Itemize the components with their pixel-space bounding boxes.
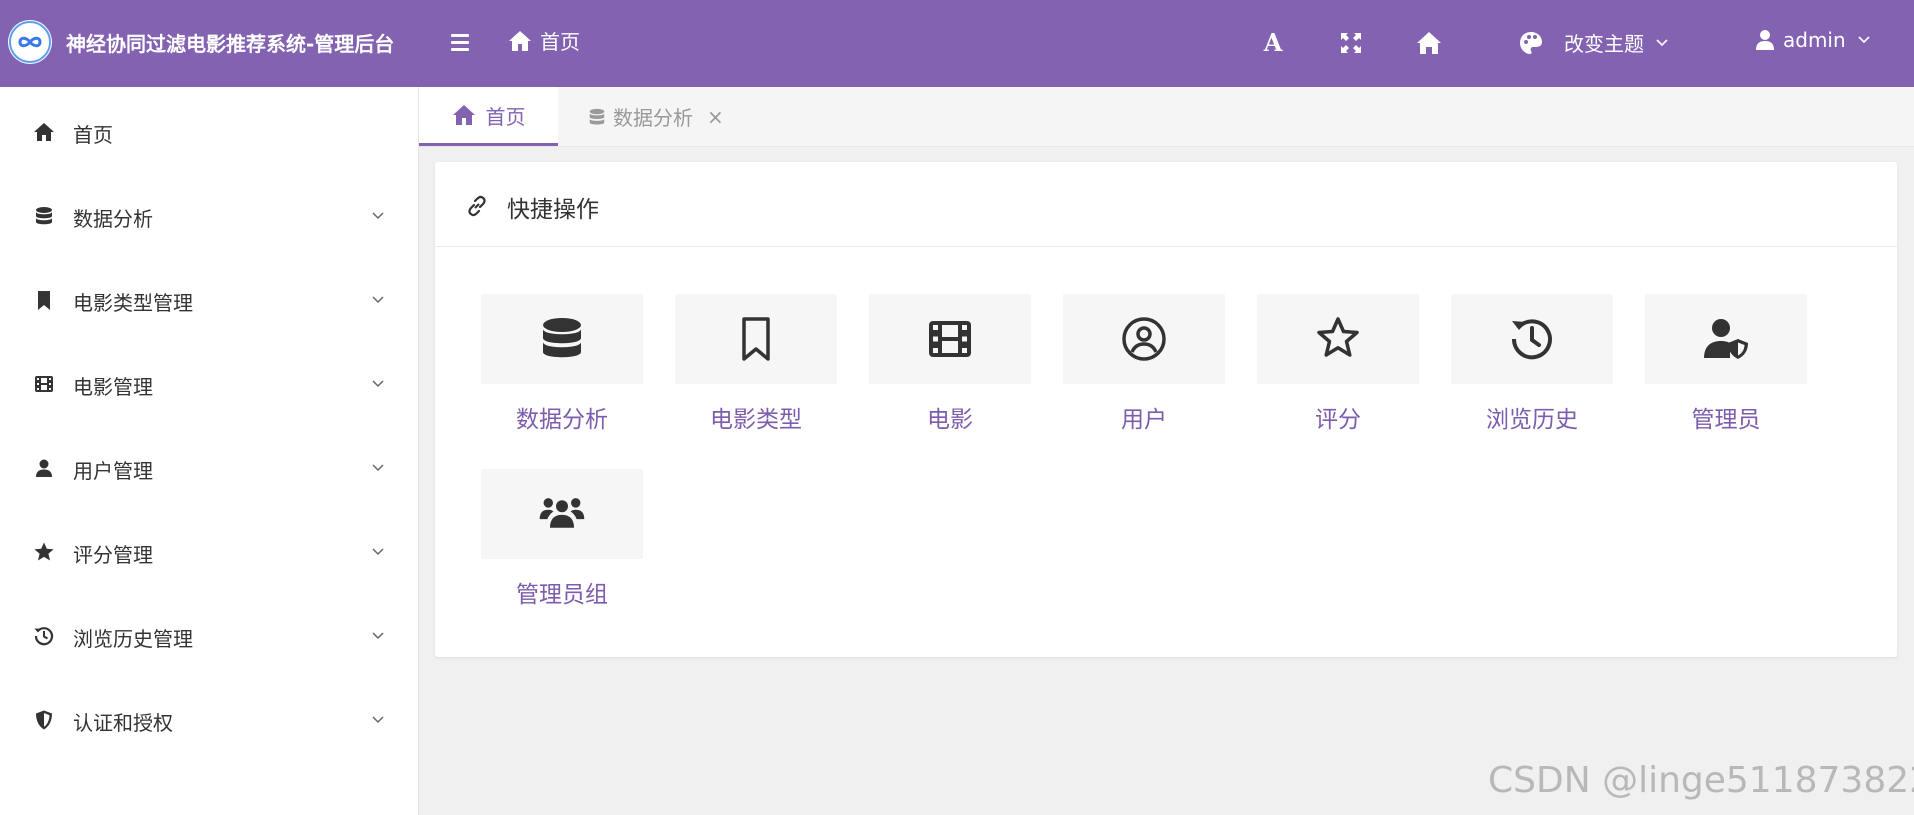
- sidebar-item-label: 数据分析: [73, 207, 153, 231]
- sidebar-item-browse-history-management[interactable]: 浏览历史管理: [0, 605, 418, 665]
- username-label: admin: [1783, 28, 1846, 52]
- tab-data-analysis[interactable]: 数据分析 ×: [587, 87, 724, 146]
- film-icon: [35, 376, 53, 392]
- shortcut-movie-type[interactable]: 电影类型: [675, 294, 837, 434]
- shortcut-label: 数据分析: [516, 407, 608, 433]
- watermark: CSDN @linge511873822: [1488, 760, 1914, 801]
- fullscreen-button[interactable]: [1338, 30, 1364, 56]
- shortcut-browse-history[interactable]: 浏览历史: [1451, 294, 1613, 434]
- font-icon: A: [1263, 28, 1283, 57]
- shield-icon: [36, 710, 52, 730]
- shortcut-admin-group[interactable]: 管理员组: [481, 469, 643, 609]
- home-icon: [452, 105, 475, 125]
- logo-icon: [8, 20, 52, 64]
- menu-toggle-button[interactable]: [449, 32, 473, 52]
- palette-icon: [1520, 31, 1542, 54]
- user-icon: [36, 459, 52, 477]
- chevron-down-icon: [372, 380, 384, 388]
- tab-bar: 首页 数据分析 ×: [419, 87, 1914, 147]
- shortcut-label: 管理员: [1691, 407, 1761, 433]
- shortcut-data-analysis[interactable]: 数据分析: [481, 294, 643, 434]
- user-menu-dropdown[interactable]: admin: [1755, 28, 1872, 52]
- database-icon: [543, 318, 581, 358]
- theme-label: 改变主题: [1564, 32, 1644, 56]
- sidebar-item-movie-management[interactable]: 电影管理: [0, 353, 418, 413]
- shortcut-label: 浏览历史: [1486, 407, 1578, 433]
- hamburger-bar: [451, 48, 469, 51]
- shortcut-label: 电影类型: [710, 407, 802, 433]
- shortcut-label: 管理员组: [516, 582, 608, 608]
- top-header: 神经协同过滤电影推荐系统-管理后台 首页 A 改变主题 admin: [0, 0, 1914, 87]
- card-title: 快捷操作: [507, 197, 599, 223]
- sidebar-item-movie-type-management[interactable]: 电影类型管理: [0, 269, 418, 329]
- chevron-down-icon: [372, 632, 384, 640]
- shortcut-user[interactable]: 用户: [1063, 294, 1225, 434]
- home-icon: [509, 30, 531, 51]
- chevron-down-icon: [1858, 36, 1870, 44]
- shortcut-label: 用户: [1121, 407, 1167, 433]
- hamburger-bar: [451, 41, 469, 44]
- chevron-down-icon: [1656, 38, 1668, 46]
- shortcut-label: 评分: [1315, 407, 1361, 433]
- star-icon: [1317, 317, 1359, 357]
- sidebar-item-home[interactable]: 首页: [0, 101, 418, 161]
- sidebar-item-data-analysis[interactable]: 数据分析: [0, 185, 418, 245]
- sidebar-item-label: 用户管理: [73, 459, 153, 483]
- shortcut-rating[interactable]: 评分: [1257, 294, 1419, 434]
- tab-label: 数据分析: [613, 106, 693, 130]
- home-icon: [1417, 32, 1441, 54]
- star-icon: [34, 542, 54, 561]
- bookmark-icon: [38, 291, 50, 310]
- sidebar-item-label: 首页: [73, 123, 113, 147]
- header-home-label: 首页: [540, 30, 580, 54]
- sidebar-item-user-management[interactable]: 用户管理: [0, 437, 418, 497]
- chevron-down-icon: [372, 212, 384, 220]
- hamburger-bar: [451, 34, 469, 37]
- user-circle-icon: [1122, 317, 1166, 361]
- sidebar-item-label: 电影类型管理: [73, 291, 193, 315]
- app-title: 神经协同过滤电影推荐系统-管理后台: [66, 32, 395, 56]
- bookmark-icon: [742, 317, 770, 361]
- tab-label: 首页: [485, 104, 526, 129]
- sidebar-item-label: 电影管理: [73, 375, 153, 399]
- history-icon: [1511, 319, 1552, 360]
- quick-actions-card: 快捷操作 数据分析 电影类型 电影 用户 评分 浏览历史 管理员 管理员组: [435, 162, 1897, 657]
- chevron-down-icon: [372, 716, 384, 724]
- font-size-button[interactable]: A: [1260, 30, 1286, 56]
- shortcut-admin[interactable]: 管理员: [1645, 294, 1807, 434]
- users-icon: [539, 498, 585, 528]
- database-icon: [589, 108, 605, 124]
- sidebar: 首页 数据分析 电影类型管理 电影管理 用户管理 评分管理 浏览历史管理 认证和…: [0, 87, 419, 815]
- chevron-down-icon: [372, 296, 384, 304]
- chevron-down-icon: [372, 548, 384, 556]
- user-icon: [1756, 30, 1774, 50]
- sidebar-item-auth[interactable]: 认证和授权: [0, 689, 418, 749]
- fullscreen-icon: [1341, 33, 1361, 53]
- change-theme-dropdown[interactable]: 改变主题: [1518, 28, 1670, 57]
- shortcut-movie[interactable]: 电影: [869, 294, 1031, 434]
- history-icon: [34, 627, 54, 646]
- home-button[interactable]: [1416, 30, 1442, 56]
- link-icon: [468, 195, 486, 217]
- sidebar-item-rating-management[interactable]: 评分管理: [0, 521, 418, 581]
- close-icon[interactable]: ×: [707, 105, 724, 129]
- sidebar-item-label: 浏览历史管理: [73, 627, 193, 651]
- tab-home[interactable]: 首页: [419, 87, 558, 146]
- home-icon: [34, 123, 54, 141]
- user-shield-icon: [1704, 319, 1748, 359]
- header-home-link[interactable]: 首页: [508, 26, 580, 55]
- shortcut-label: 电影: [927, 407, 973, 433]
- chevron-down-icon: [372, 464, 384, 472]
- sidebar-item-label: 认证和授权: [73, 711, 173, 735]
- sidebar-item-label: 评分管理: [73, 543, 153, 567]
- card-header: 快捷操作: [435, 162, 1897, 247]
- film-icon: [929, 321, 971, 357]
- database-icon: [36, 207, 52, 225]
